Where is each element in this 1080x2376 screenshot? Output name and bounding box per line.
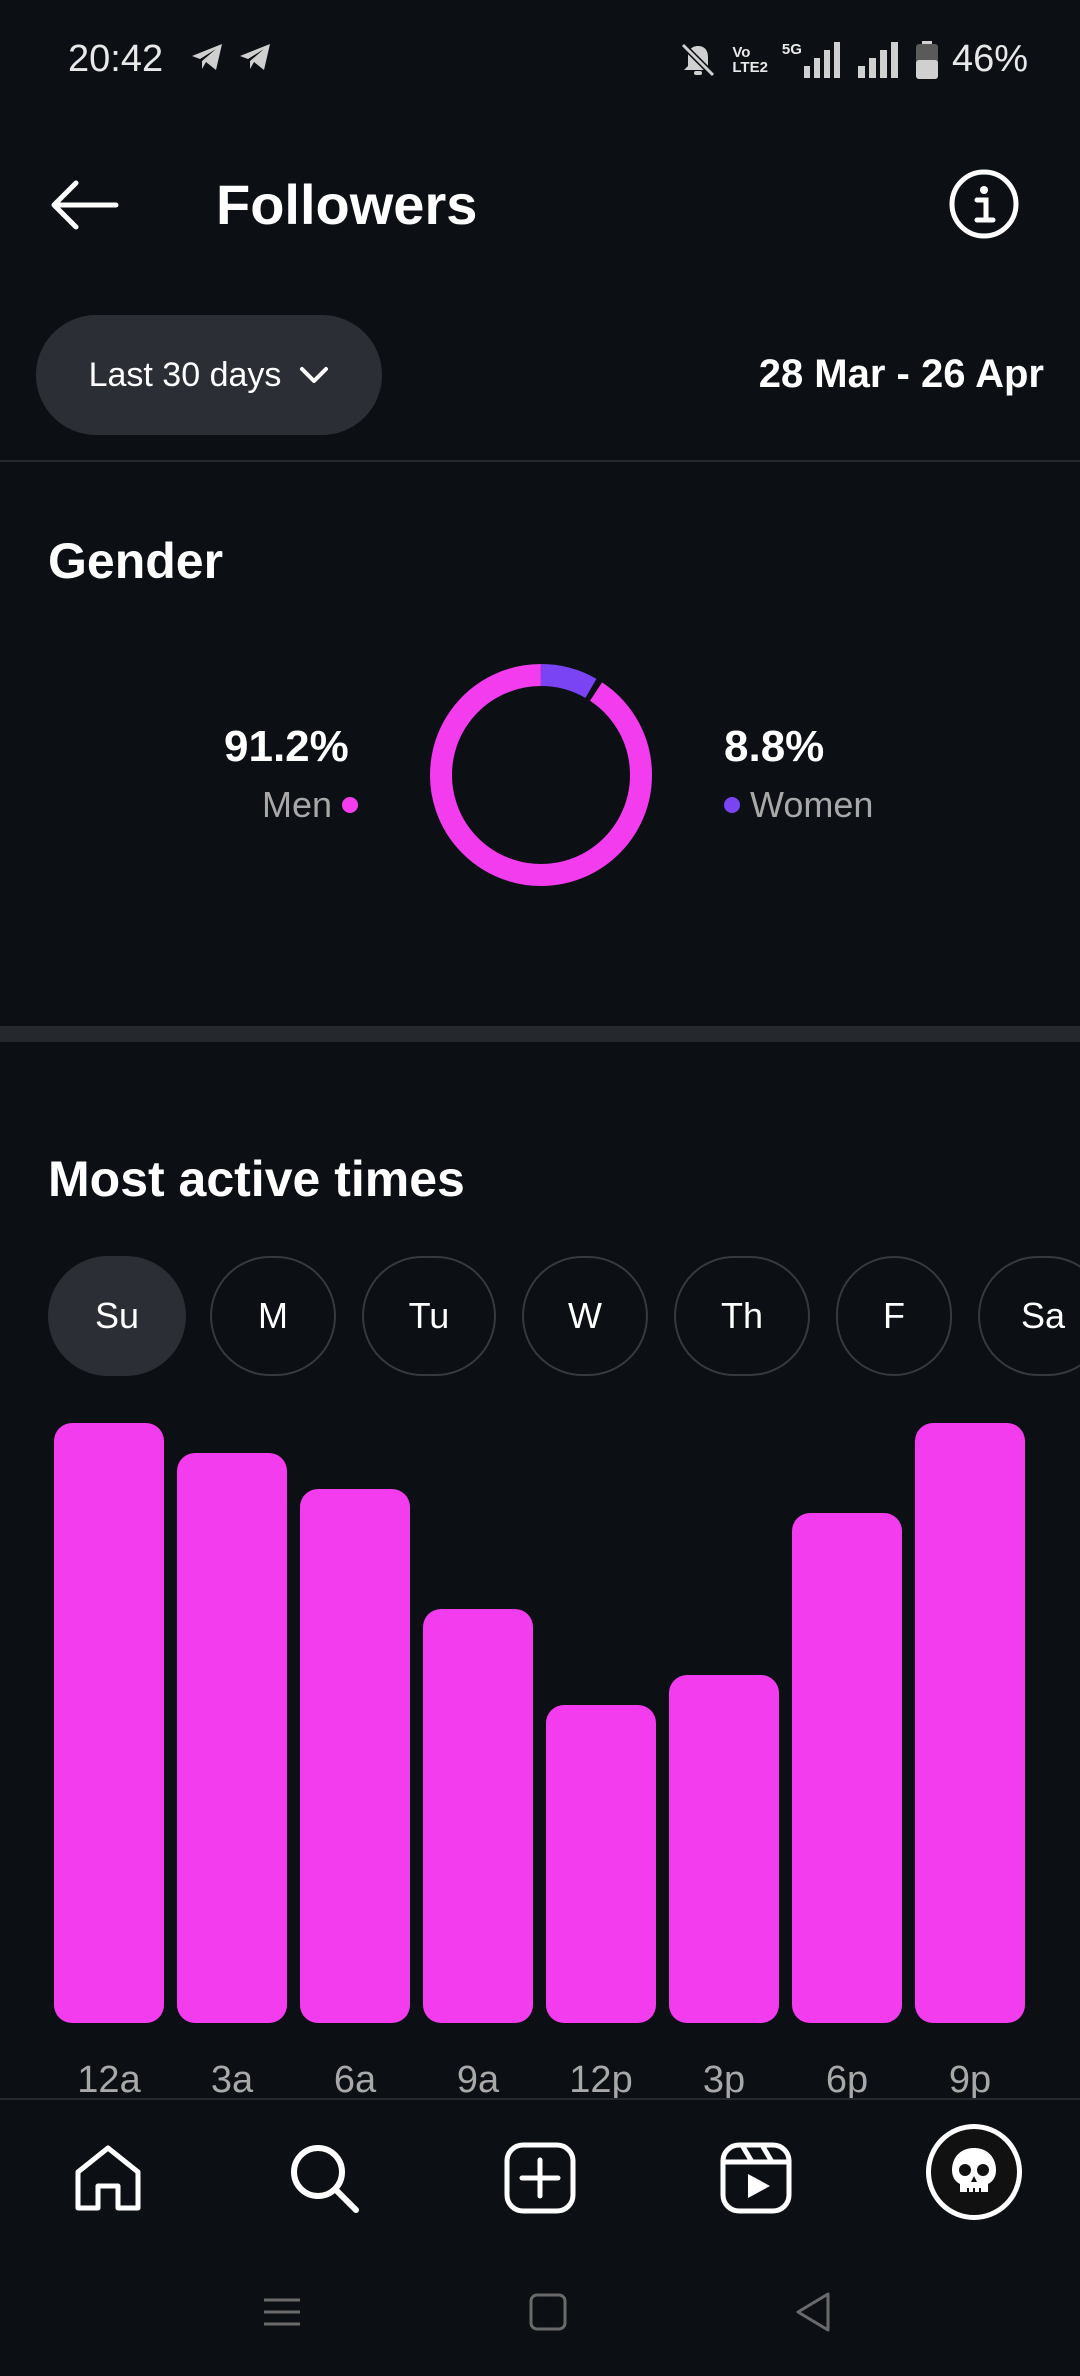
chart-bar-12p (546, 1705, 656, 2023)
chart-bar-9a (423, 1609, 533, 2023)
chart-tick-label: 9a (456, 2059, 500, 2101)
chart-bar-12a (54, 1423, 164, 2023)
day-tab-w[interactable]: W (522, 1256, 648, 1376)
men-dot (342, 797, 359, 813)
active-times-title: Most active times (48, 1151, 465, 1207)
volte-indicator: Vo LTE2 (732, 43, 768, 76)
battery-icon (915, 40, 938, 79)
signal-5g: 5G (782, 41, 844, 78)
day-tab-sa[interactable]: Sa (978, 1256, 1080, 1376)
date-range-dropdown-label: Last 30 days (88, 355, 282, 394)
arrow-left-icon[interactable] (46, 175, 122, 235)
telegram-icon (192, 44, 222, 70)
menu-icon[interactable] (252, 2282, 312, 2342)
chart-bar-3a (177, 1453, 287, 2023)
men-label: Men (262, 784, 333, 825)
chart-bar-3p (669, 1675, 779, 2023)
day-tab-m[interactable]: M (210, 1256, 336, 1376)
chart-tick-label: 9p (948, 2059, 992, 2101)
gender-title: Gender (48, 533, 224, 589)
day-tab-f[interactable]: F (836, 1256, 952, 1376)
signal-icon (803, 41, 840, 78)
chart-tick-label: 3a (210, 2059, 254, 2101)
chart-tick-label: 12p (569, 2059, 633, 2101)
create-icon[interactable] (502, 2140, 578, 2216)
telegram-icon (240, 44, 270, 70)
mute-bell-icon (681, 42, 716, 77)
profile-avatar[interactable] (926, 2124, 1022, 2220)
men-legend: Men (262, 784, 359, 826)
women-percent: 8.8% (724, 722, 825, 771)
men-arc (430, 664, 652, 886)
chart-tick-label: 6a (333, 2059, 377, 2101)
page-title: Followers (216, 173, 478, 236)
divider (0, 460, 1080, 462)
gender-donut-chart (430, 664, 652, 886)
day-tab-su[interactable]: Su (48, 1256, 186, 1376)
active-times-bar-chart: 12a 3a 6a 9a 12p 3p 6p 9p (0, 1400, 1080, 2101)
day-tab-th[interactable]: Th (674, 1256, 810, 1376)
home-square-icon[interactable] (518, 2282, 578, 2342)
women-arc (540, 664, 597, 699)
back-triangle-icon[interactable] (784, 2282, 844, 2342)
section-divider (0, 1026, 1080, 1042)
chart-bar-6p (792, 1513, 902, 2023)
women-dot (724, 797, 740, 813)
reels-icon[interactable] (718, 2140, 794, 2216)
chart-bar-9p (915, 1423, 1025, 2023)
signal-icon (857, 41, 898, 78)
home-icon[interactable] (70, 2140, 146, 2216)
battery-percent: 46% (951, 38, 1028, 80)
chevron-down-icon (300, 367, 329, 383)
date-range-dropdown[interactable]: Last 30 days (36, 315, 382, 435)
status-icons: Vo LTE2 5G 46% (678, 38, 1028, 81)
chart-tick-label: 6p (825, 2059, 869, 2101)
chart-tick-label: 3p (702, 2059, 746, 2101)
search-icon[interactable] (286, 2140, 362, 2216)
info-icon[interactable] (948, 168, 1020, 240)
men-percent: 91.2% (224, 722, 349, 771)
chart-tick-label: 12a (77, 2059, 141, 2101)
day-tab-tu[interactable]: Tu (362, 1256, 496, 1376)
chart-bar-6a (300, 1489, 410, 2023)
date-range-text: 28 Mar - 26 Apr (758, 352, 1044, 396)
women-label: Women (750, 784, 874, 825)
skull-icon (952, 2148, 996, 2192)
women-legend: Women (724, 784, 873, 826)
status-time: 20:42 (68, 38, 164, 80)
